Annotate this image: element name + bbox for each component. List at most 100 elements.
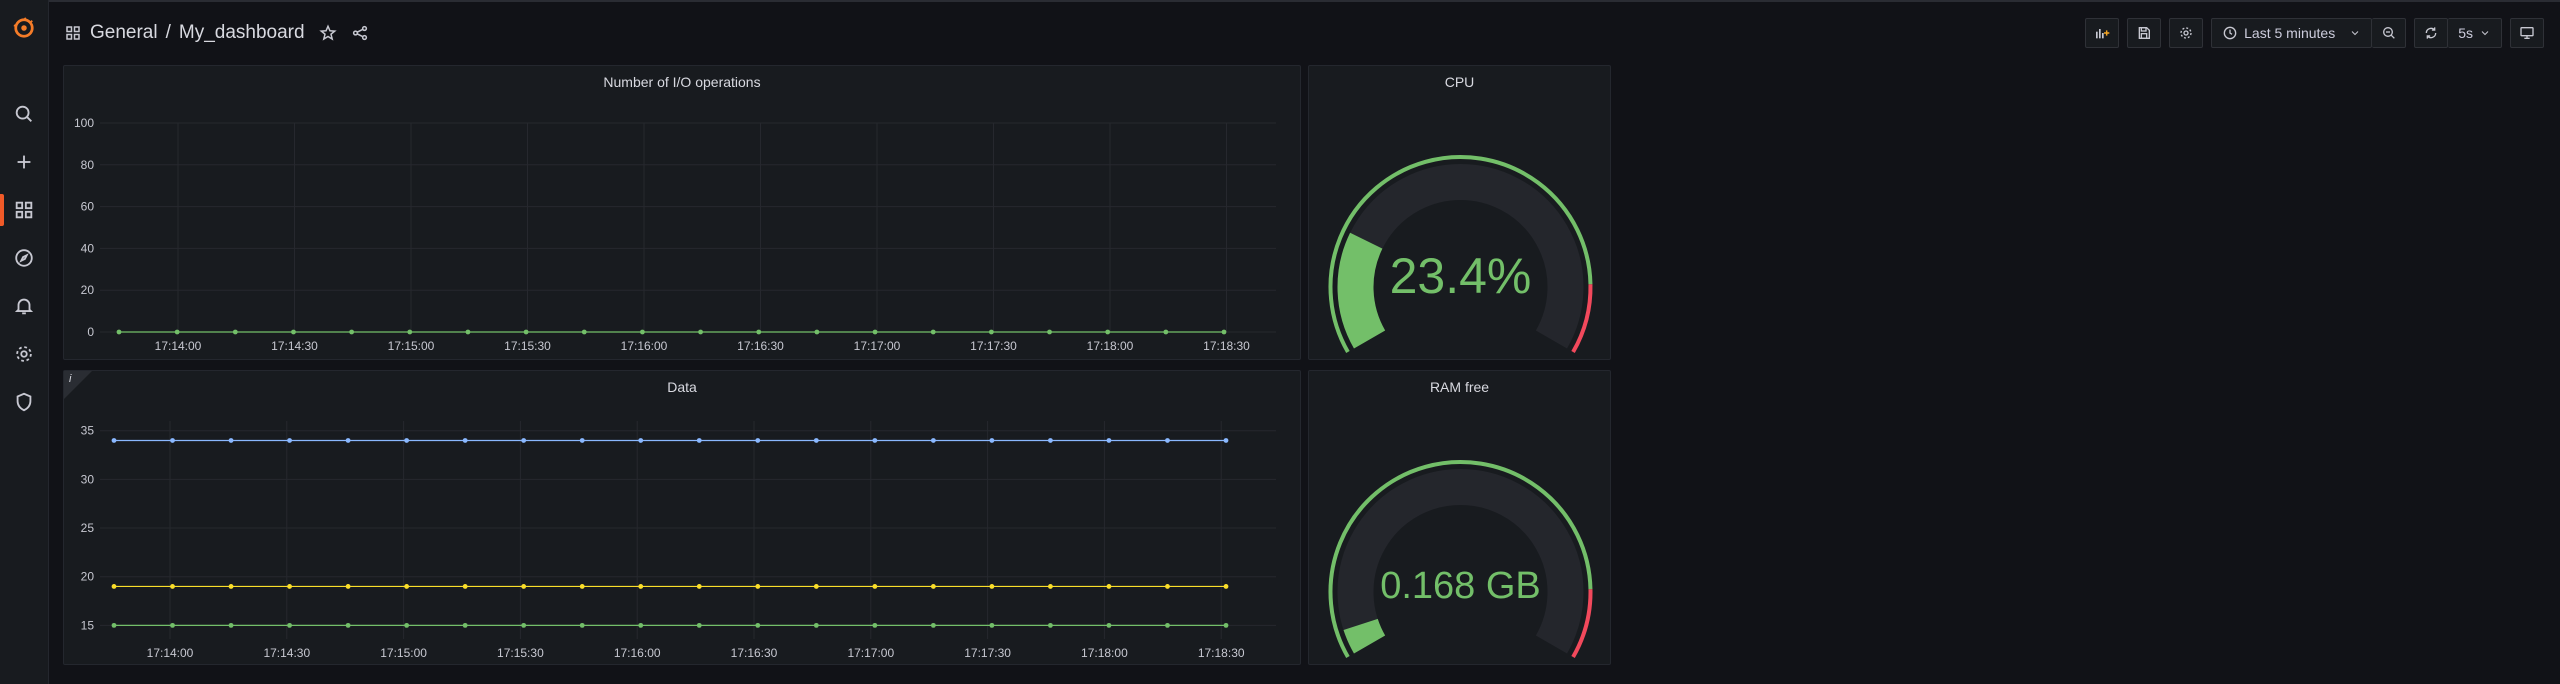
series-point	[638, 622, 644, 628]
series-point	[521, 438, 527, 443]
star-icon[interactable]	[318, 24, 337, 42]
x-tick-label: 17:15:00	[380, 646, 427, 660]
series-point	[170, 584, 175, 589]
series-point	[465, 329, 471, 335]
series-point	[170, 622, 175, 628]
series-point	[640, 329, 645, 335]
series-point	[1223, 438, 1229, 443]
y-tick-label: 40	[81, 241, 95, 255]
ram-free-panel[interactable]: RAM free 0.168 GB	[1308, 370, 1611, 665]
sidebar	[0, 0, 49, 684]
series-point	[462, 584, 468, 589]
gauge-value-text: 0.168 GB	[1380, 565, 1541, 607]
series-point	[696, 438, 702, 443]
time-range-picker[interactable]: Last 5 minutes	[2211, 18, 2373, 48]
x-tick-label: 17:16:30	[737, 339, 784, 353]
gauge-value-arc	[1343, 618, 1386, 654]
add-panel-button[interactable]	[2085, 18, 2120, 48]
x-tick-label: 17:18:30	[1203, 339, 1250, 353]
breadcrumb-folder[interactable]: General	[90, 22, 158, 44]
series-point	[1221, 329, 1227, 335]
series-point	[116, 329, 122, 335]
series-point	[989, 438, 995, 443]
series-point	[1163, 329, 1169, 335]
series-point	[813, 622, 819, 628]
series-point	[462, 438, 468, 443]
series-point	[1048, 584, 1053, 589]
series-point	[111, 584, 117, 589]
series-point	[756, 329, 762, 335]
dashboards-icon[interactable]	[0, 190, 48, 230]
ram-free-gauge: 0.168 GB	[1328, 460, 1593, 658]
zoom-out-icon	[2382, 27, 2395, 39]
plus-icon[interactable]	[0, 142, 48, 182]
x-tick-label: 17:16:00	[621, 339, 668, 353]
series-point	[696, 584, 702, 589]
refresh-interval-picker[interactable]: 5s	[2448, 18, 2502, 48]
y-tick-label: 20	[81, 283, 95, 297]
y-tick-label: 20	[81, 570, 95, 584]
x-tick-label: 17:15:00	[388, 339, 435, 353]
y-tick-label: 100	[74, 116, 94, 130]
dashboard-settings-button[interactable]	[2169, 18, 2204, 48]
refresh-icon	[2425, 27, 2437, 39]
share-icon[interactable]	[351, 24, 369, 42]
series-point	[404, 584, 410, 589]
monitor-icon	[2520, 27, 2534, 39]
breadcrumb: General / My_dashboard	[64, 19, 369, 47]
y-tick-label: 30	[81, 472, 95, 486]
series-point	[755, 438, 761, 443]
series-point	[989, 622, 995, 628]
io-operations-chart: 0 20 40 60 80 100 17:14:00 17:14:30 17:15:00 17:1…	[74, 116, 1276, 353]
series-point	[581, 329, 587, 335]
series-point	[407, 329, 413, 335]
series-point	[813, 584, 819, 589]
search-icon[interactable]	[0, 94, 48, 134]
series-point	[1223, 584, 1229, 589]
series-point	[228, 584, 234, 589]
add-panel-icon	[2096, 29, 2110, 39]
refresh-button[interactable]	[2414, 18, 2449, 48]
series-point	[579, 622, 585, 628]
dashboard-title[interactable]: My_dashboard	[179, 22, 305, 44]
series-point	[345, 438, 351, 443]
x-tick-label: 17:16:00	[614, 646, 661, 660]
save-icon	[2138, 27, 2151, 39]
y-tick-label: 25	[81, 521, 95, 535]
series-point	[930, 438, 936, 443]
series-point	[1048, 438, 1053, 443]
series-point	[170, 438, 175, 443]
zoom-out-button[interactable]	[2372, 18, 2407, 48]
series-point	[1223, 622, 1229, 628]
time-range-label: Last 5 minutes	[2244, 25, 2336, 41]
io-operations-panel[interactable]: Number of I/O operations 0 20 40 60 80 100 17:…	[63, 65, 1301, 360]
series-point	[1048, 622, 1053, 628]
series-point	[1106, 438, 1112, 443]
series-point	[579, 584, 585, 589]
series-point	[287, 438, 292, 443]
series-point	[1165, 584, 1170, 589]
tv-mode-button[interactable]	[2510, 18, 2544, 48]
shield-icon[interactable]	[0, 382, 48, 422]
dashboards-icon	[64, 24, 82, 42]
x-tick-label: 17:15:30	[497, 646, 544, 660]
series-point	[521, 584, 527, 589]
save-dashboard-button[interactable]	[2127, 18, 2162, 48]
series-point	[930, 329, 936, 335]
cpu-panel[interactable]: CPU 23.4%	[1308, 65, 1611, 360]
series-point	[521, 622, 527, 628]
x-tick-label: 17:18:00	[1081, 646, 1128, 660]
series-point	[228, 622, 234, 628]
series-point	[345, 622, 351, 628]
gear-icon[interactable]	[0, 334, 48, 374]
series-point	[523, 329, 529, 335]
grafana-logo[interactable]	[0, 8, 48, 48]
data-panel[interactable]: i Data 15 20 25 30 35 17:14:00 17:14:30 17:15:0…	[63, 370, 1301, 665]
y-tick-label: 35	[81, 424, 95, 438]
bell-icon[interactable]	[0, 286, 48, 326]
compass-icon[interactable]	[0, 238, 48, 278]
x-tick-label: 17:18:30	[1198, 646, 1245, 660]
top-border	[0, 0, 2560, 2]
series-point	[872, 622, 878, 628]
series-point	[930, 584, 936, 589]
